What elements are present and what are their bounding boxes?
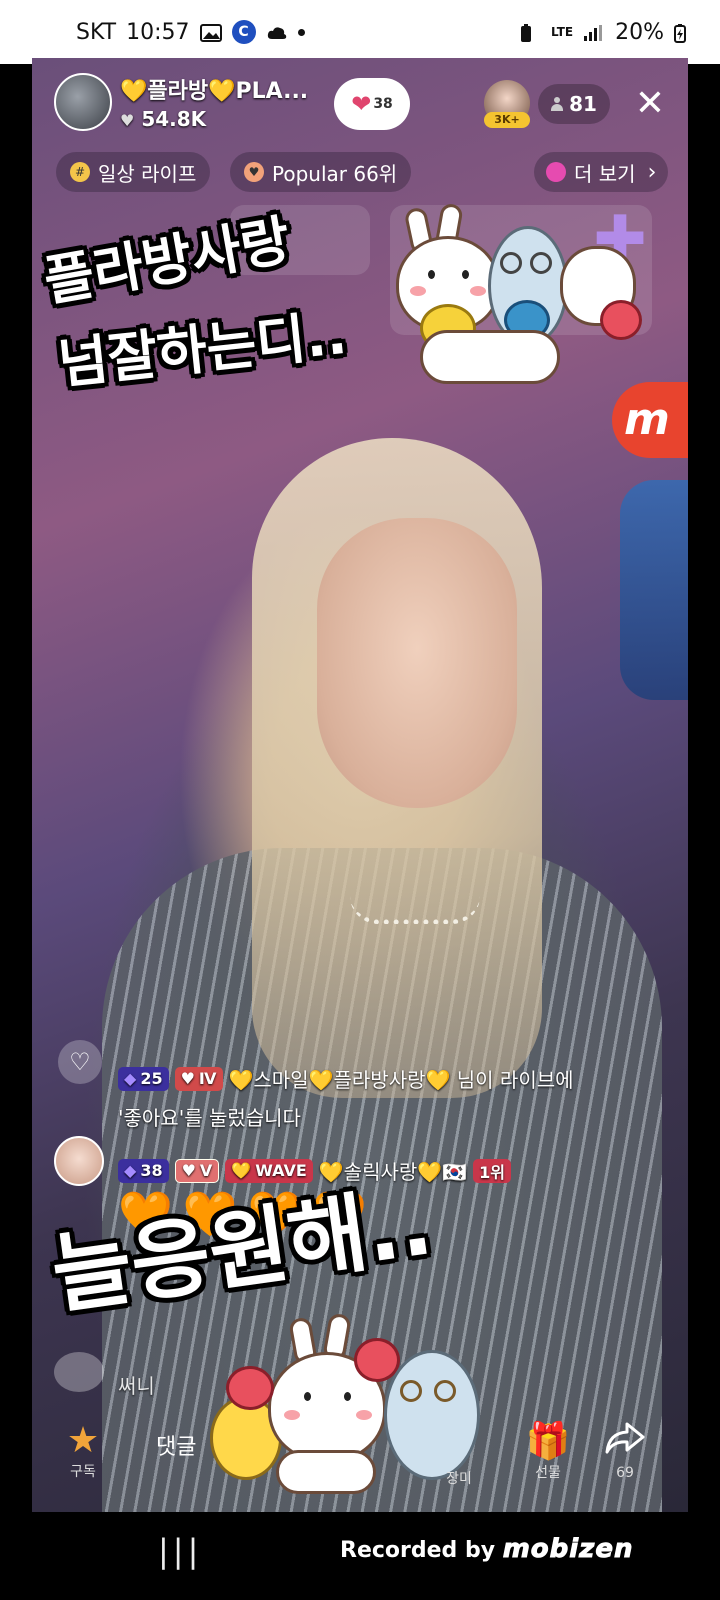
- chat-message-1-cont: '좋아요'를 눌렀습니다: [118, 1102, 301, 1131]
- chip-daily-life[interactable]: # 일상 라이프: [56, 152, 211, 192]
- glasses-shape: [434, 1380, 456, 1402]
- chat-text: 써니: [118, 1374, 155, 1398]
- subscribe-label: 구독: [70, 1464, 96, 1480]
- necklace-shape: [350, 896, 480, 924]
- chat-text: 💛스마일💛플라방사랑💛 님이 라이브에: [228, 1068, 574, 1092]
- cheek-shape: [470, 286, 486, 296]
- recorded-by-watermark: Recorded by mobizen: [340, 1534, 634, 1565]
- mobizen-logo: mobizen: [502, 1534, 634, 1565]
- pompom-shape: [226, 1366, 274, 1410]
- crown-star-icon: ★: [66, 1420, 100, 1461]
- chip-daily-label: 일상 라이프: [98, 161, 197, 186]
- clock: 10:57: [126, 19, 190, 45]
- gift-counter-button[interactable]: ❤ 38: [334, 78, 410, 130]
- more-label: 더 보기: [574, 161, 636, 186]
- rank-heart-icon: ♥: [181, 1161, 196, 1180]
- close-button[interactable]: ✕: [628, 82, 672, 126]
- close-icon: ✕: [634, 83, 666, 124]
- eye-shape: [428, 270, 435, 279]
- face-shape: [317, 518, 517, 808]
- bunny-body-shape: [420, 330, 560, 384]
- viewer-count: 81: [569, 92, 597, 116]
- system-nav-bar: ||| Recorded by mobizen: [0, 1512, 720, 1600]
- rank-value: Ⅳ: [198, 1069, 217, 1088]
- rose-label: 장미: [446, 1471, 472, 1487]
- chip-popular[interactable]: ♥ Popular 66위: [230, 152, 412, 192]
- viewer-count-button[interactable]: 81: [538, 84, 610, 124]
- m-label: m: [624, 394, 670, 445]
- heart-icon: ♥: [120, 111, 135, 130]
- gift-label: 선물: [535, 1465, 561, 1481]
- host-likes-count: 54.8K: [141, 107, 207, 131]
- diamond-icon: ◆: [124, 1069, 137, 1088]
- comment-input[interactable]: 댓글: [150, 1426, 260, 1470]
- rank-value: Ⅴ: [199, 1161, 213, 1180]
- network-type: LTE: [551, 25, 574, 39]
- gallery-icon: [199, 23, 222, 42]
- share-button[interactable]: 69: [600, 1420, 650, 1481]
- cheek-shape: [410, 286, 426, 296]
- battery-percent: 20%: [615, 19, 664, 45]
- glasses-shape: [530, 252, 552, 274]
- heart-gift-icon: ❤: [351, 90, 372, 118]
- ball-icon: [546, 162, 566, 182]
- person-icon: [551, 97, 564, 111]
- m-app-button[interactable]: m: [612, 382, 688, 458]
- recorded-by-label: Recorded by: [340, 1538, 496, 1563]
- notification-dot-icon: [297, 28, 305, 36]
- gift-button[interactable]: 🎁 선물: [520, 1420, 576, 1482]
- eye-shape: [462, 270, 469, 279]
- first-place-badge: 1위: [473, 1158, 511, 1183]
- chat-avatar[interactable]: [54, 1136, 104, 1186]
- chevron-right-icon: ›: [647, 159, 657, 185]
- subscribe-button[interactable]: ★ 구독: [58, 1420, 108, 1481]
- level-badge: ◆ 38: [118, 1158, 169, 1183]
- pompom-shape: [600, 300, 642, 340]
- eye-shape: [344, 1392, 351, 1401]
- host-avatar[interactable]: [54, 73, 112, 131]
- cloud-icon: [266, 23, 288, 41]
- bottom-action-bar: ★ 구독 댓글 장미 🎁 선물 69: [32, 1410, 688, 1512]
- rank-badge: ♥ Ⅳ: [174, 1066, 223, 1091]
- heart-icon: ♥: [244, 162, 264, 182]
- gift-icon: 🎁: [525, 1421, 571, 1462]
- chat-avatar-2[interactable]: [54, 1352, 104, 1392]
- recents-button[interactable]: |||: [158, 1532, 202, 1570]
- gift-count: 38: [373, 96, 393, 112]
- top-viewer-badge: 3K+: [484, 112, 530, 128]
- glasses-shape: [500, 252, 522, 274]
- rank-heart-icon: ♥: [180, 1069, 195, 1088]
- signal-icon: [583, 23, 605, 41]
- carrier-label: SKT: [76, 19, 117, 45]
- chat-message-1[interactable]: ◆ 25 ♥ Ⅳ 💛스마일💛플라방사랑💛 님이 라이브에: [118, 1064, 574, 1093]
- more-button[interactable]: 더 보기 ›: [534, 152, 669, 192]
- side-widget[interactable]: [620, 480, 688, 700]
- rose-button[interactable]: 장미: [434, 1468, 484, 1488]
- rank-badge: ♥ Ⅴ: [174, 1158, 220, 1183]
- glasses-shape: [400, 1380, 422, 1402]
- host-name: 💛플라방💛PLA...: [120, 79, 309, 104]
- chip-popular-label: Popular 66위: [272, 161, 398, 186]
- share-arrow-icon: [600, 1420, 650, 1465]
- battery-charging-icon: [674, 23, 696, 43]
- host-likes: ♥ 54.8K: [120, 107, 308, 131]
- like-button[interactable]: ♡: [58, 1040, 102, 1084]
- status-bar: SKT 10:57 C LTE 20%: [0, 0, 720, 64]
- host-info[interactable]: 💛플라방💛PLA... ♥ 54.8K: [54, 72, 324, 132]
- battery-saver-icon: [519, 23, 541, 42]
- level-badge: ◆ 25: [118, 1066, 169, 1091]
- heart-outline-icon: ♡: [69, 1048, 91, 1076]
- level-value: 38: [140, 1161, 163, 1180]
- level-value: 25: [140, 1069, 163, 1088]
- chat-text-cont: '좋아요'를 눌렀습니다: [118, 1106, 301, 1130]
- diamond-icon: ◆: [124, 1161, 137, 1180]
- c-app-icon: C: [231, 20, 256, 44]
- hashtag-icon: #: [70, 162, 90, 182]
- share-count: 69: [616, 1465, 634, 1481]
- chat-message-3[interactable]: 써니: [118, 1370, 155, 1399]
- eye-shape: [304, 1392, 311, 1401]
